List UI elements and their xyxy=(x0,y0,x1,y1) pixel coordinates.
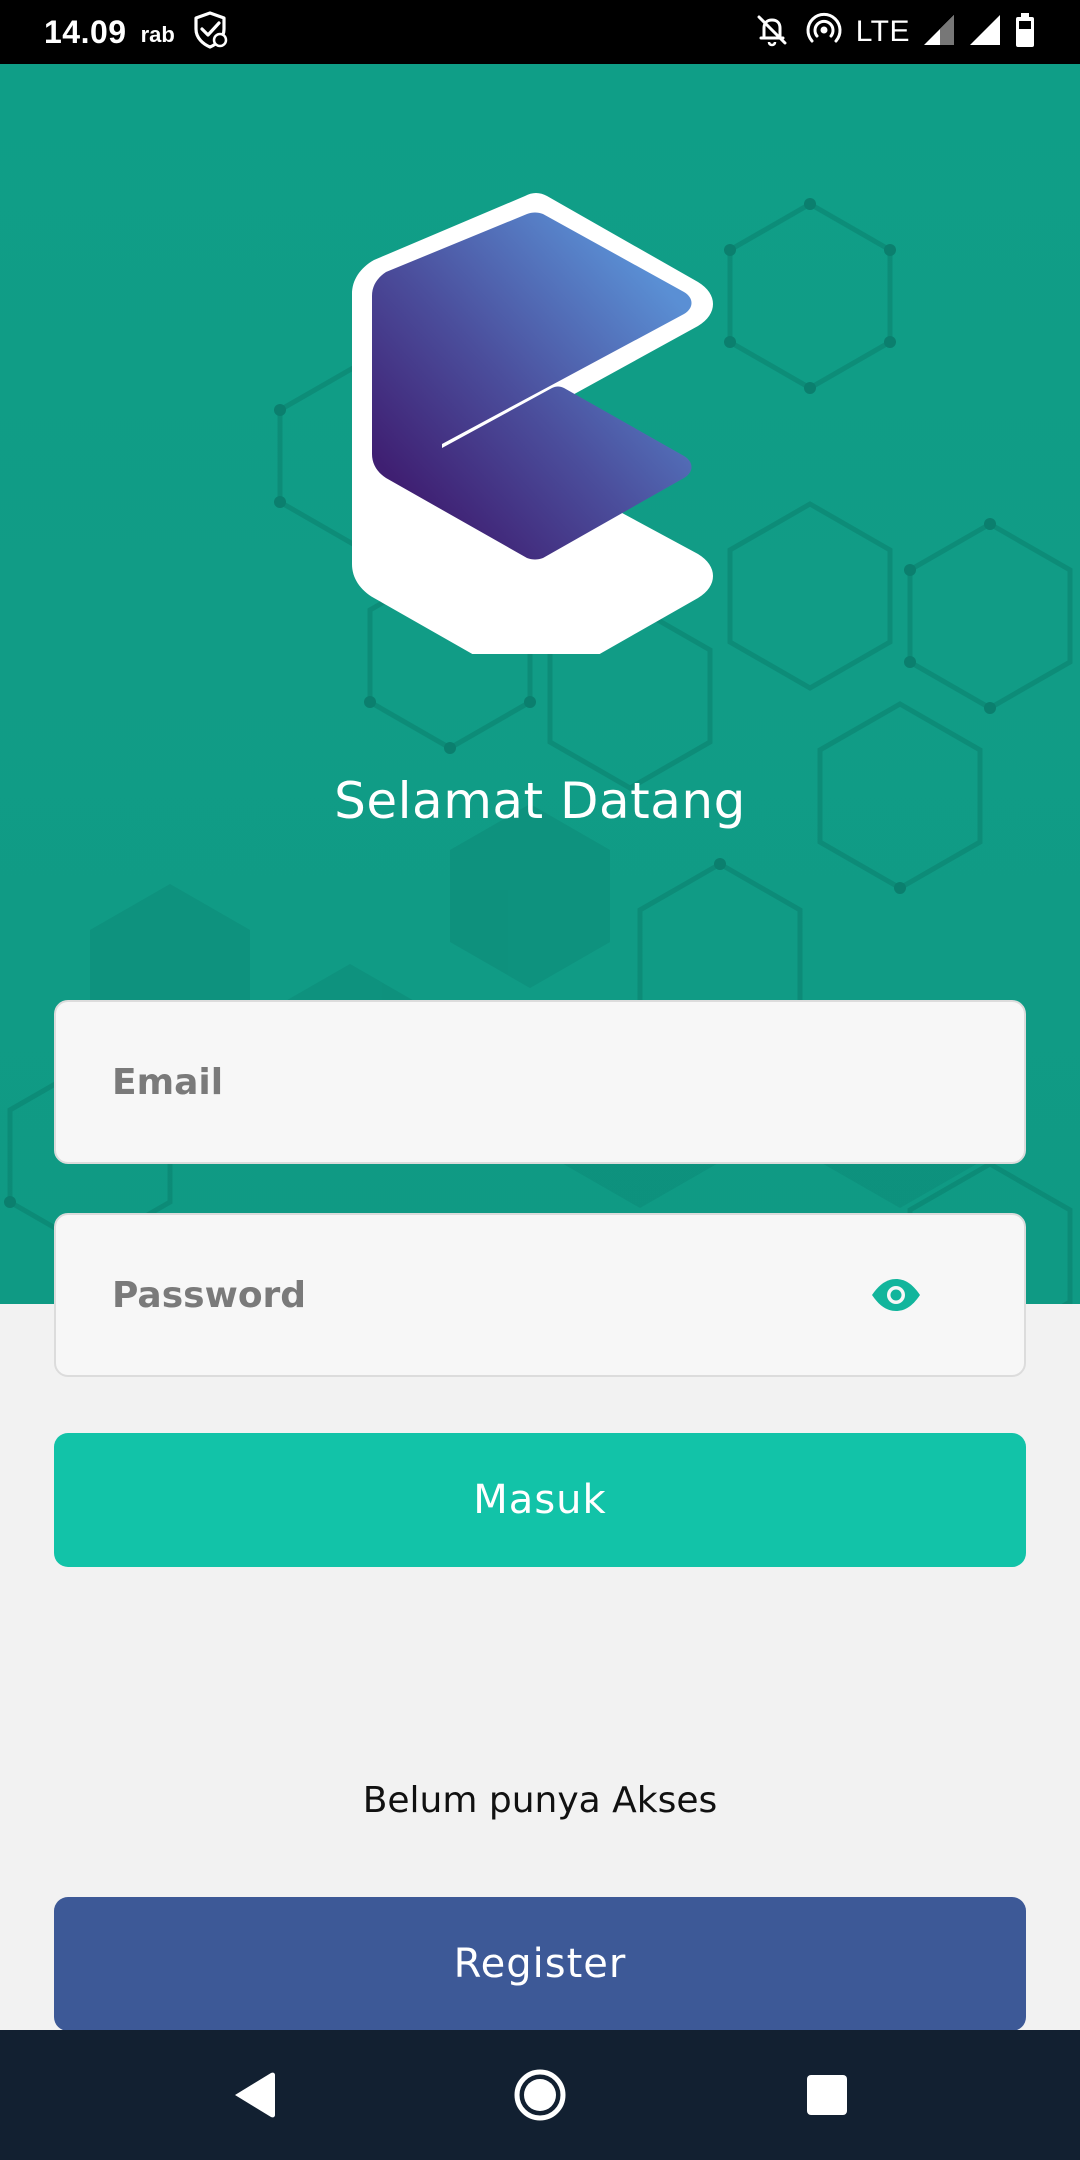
email-input[interactable] xyxy=(56,1002,1024,1162)
password-field[interactable] xyxy=(54,1213,1026,1377)
eye-icon[interactable] xyxy=(868,1275,924,1315)
no-access-text: Belum punya Akses xyxy=(362,1780,718,1821)
shield-check-icon xyxy=(189,9,231,56)
recents-square-icon[interactable] xyxy=(787,2055,867,2135)
hotspot-icon xyxy=(804,10,844,55)
notifications-off-icon xyxy=(752,10,792,55)
signal-icon xyxy=(968,13,1002,52)
status-bar: 14.09 rab LTE xyxy=(0,0,1080,64)
battery-icon xyxy=(1014,12,1036,53)
register-button[interactable]: Register xyxy=(54,1897,1026,2031)
signal-icon xyxy=(922,13,956,52)
welcome-title: Selamat Datang xyxy=(334,772,746,830)
status-time: 14.09 xyxy=(44,13,127,50)
status-left: 14.09 rab xyxy=(44,9,231,56)
hexagon-logo xyxy=(352,193,713,654)
back-triangle-icon[interactable] xyxy=(213,2055,293,2135)
status-day: rab xyxy=(140,22,175,47)
network-type: LTE xyxy=(855,15,910,48)
login-button[interactable]: Masuk xyxy=(54,1433,1026,1567)
email-field[interactable] xyxy=(54,1000,1026,1164)
navigation-bar xyxy=(0,2030,1080,2160)
home-circle-icon[interactable] xyxy=(500,2055,580,2135)
status-right: LTE xyxy=(752,10,1036,55)
